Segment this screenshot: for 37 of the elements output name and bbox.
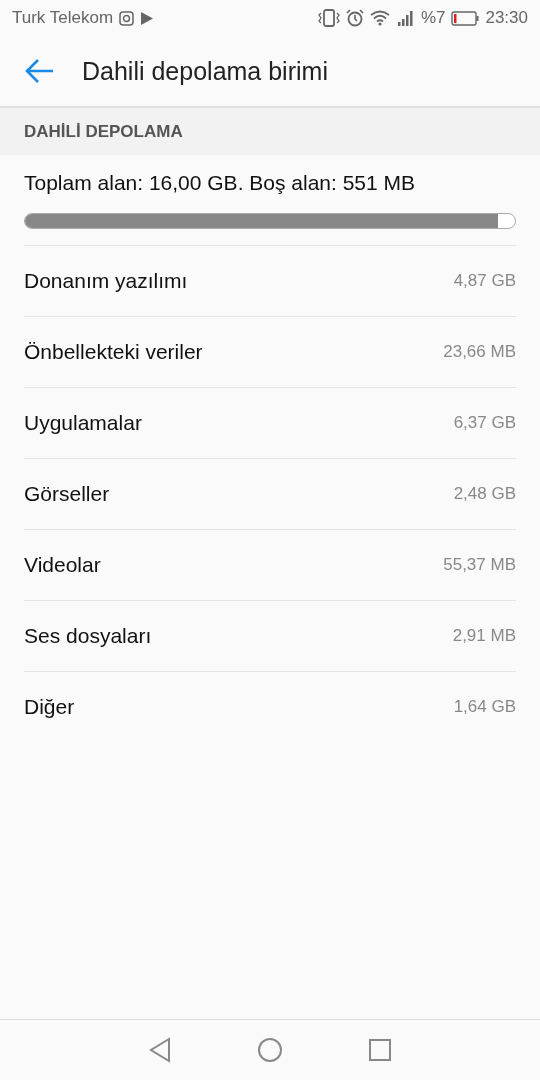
category-label: Diğer xyxy=(24,695,75,719)
section-title: DAHİLİ DEPOLAMA xyxy=(24,121,183,142)
instagram-icon xyxy=(119,10,135,26)
wifi-icon xyxy=(369,10,391,26)
category-size: 4,87 GB xyxy=(453,271,516,291)
vibrate-icon xyxy=(317,9,340,27)
page-title: Dahili depolama birimi xyxy=(82,56,328,86)
category-label: Görseller xyxy=(24,482,110,506)
storage-row[interactable]: Ses dosyaları 2,91 MB xyxy=(24,600,516,671)
category-size: 6,37 GB xyxy=(453,413,516,433)
back-nav-icon[interactable] xyxy=(148,1037,172,1063)
storage-row[interactable]: Videolar 55,37 MB xyxy=(24,529,516,600)
storage-row[interactable]: Görseller 2,48 GB xyxy=(24,458,516,529)
category-size: 2,91 MB xyxy=(452,626,516,646)
back-arrow-icon[interactable] xyxy=(24,58,54,84)
alarm-icon xyxy=(345,9,364,27)
recents-nav-icon[interactable] xyxy=(368,1038,392,1062)
storage-row[interactable]: Önbellekteki veriler 23,66 MB xyxy=(24,316,516,387)
storage-summary: Toplam alan: 16,00 GB. Boş alan: 551 MB xyxy=(23,170,417,195)
category-label: Uygulamalar xyxy=(24,411,142,435)
carrier-name: Turk Telekom xyxy=(12,8,114,28)
storage-row[interactable]: Donanım yazılımı 4,87 GB xyxy=(24,245,516,316)
category-label: Önbellekteki veriler xyxy=(24,340,203,364)
category-label: Donanım yazılımı xyxy=(24,269,188,293)
category-label: Ses dosyaları xyxy=(24,624,152,648)
home-nav-icon[interactable] xyxy=(257,1037,283,1063)
category-size: 1,64 GB xyxy=(453,697,516,717)
signal-icon xyxy=(396,10,415,26)
battery-percent: %7 xyxy=(420,8,446,28)
clock-time: 23:30 xyxy=(485,8,528,28)
category-size: 55,37 MB xyxy=(443,555,516,575)
storage-row[interactable]: Uygulamalar 6,37 GB xyxy=(24,387,516,458)
category-size: 2,48 GB xyxy=(453,484,516,504)
category-label: Videolar xyxy=(24,553,101,577)
battery-icon xyxy=(451,10,480,26)
category-size: 23,66 MB xyxy=(443,342,516,362)
storage-row[interactable]: Diğer 1,64 GB xyxy=(24,671,516,742)
